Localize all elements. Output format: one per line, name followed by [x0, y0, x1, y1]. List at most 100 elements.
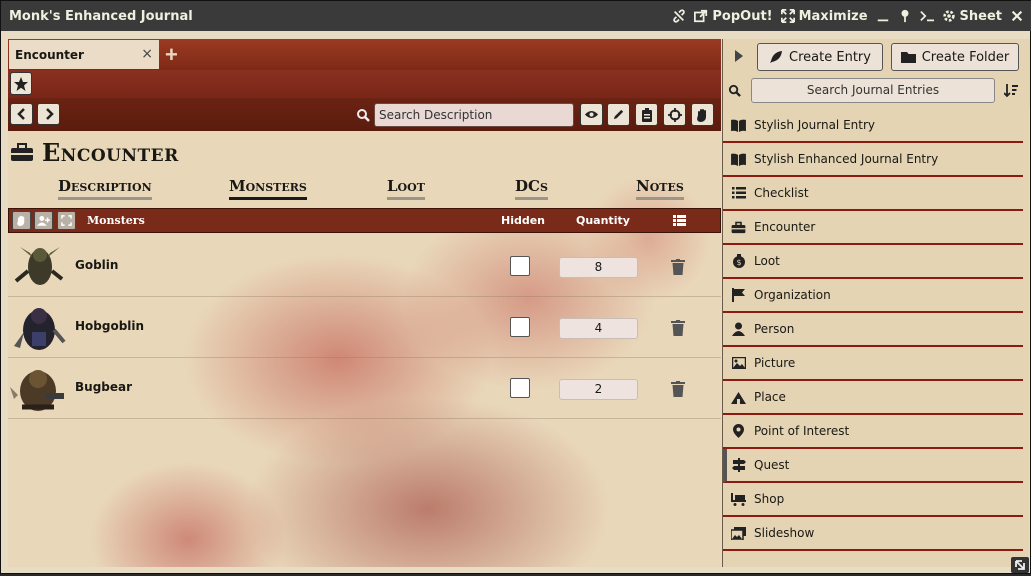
monster-row[interactable]: Goblin 8	[8, 236, 721, 297]
quantity-input[interactable]: 2	[559, 379, 638, 400]
resize-handle[interactable]	[1011, 557, 1029, 573]
edit-button[interactable]	[607, 103, 630, 126]
crosshairs-icon	[667, 107, 682, 122]
sidebar-item-stylish-enhanced-journal-entry[interactable]: Stylish Enhanced Journal Entry	[723, 143, 1023, 177]
sidebar-item-picture[interactable]: Picture	[723, 347, 1023, 381]
sidebar-item-slideshow[interactable]: Slideshow	[723, 517, 1023, 551]
eye-icon	[584, 110, 599, 119]
hidden-checkbox[interactable]	[510, 256, 530, 276]
monster-name[interactable]: Hobgoblin	[75, 319, 144, 333]
feather-icon	[770, 51, 783, 63]
popout-label: PopOut!	[712, 8, 773, 24]
hobgoblin-portrait-icon	[14, 308, 66, 350]
bookmark-button[interactable]	[10, 72, 32, 95]
monsters-table-header: Monsters Hidden Quantity	[8, 208, 721, 233]
monsters-column-header: Monsters	[87, 214, 145, 227]
tab-encounter[interactable]: Encounter ×	[9, 40, 159, 69]
expand-icon	[780, 9, 795, 23]
minimize-button[interactable]	[876, 9, 890, 23]
sidebar-item-place[interactable]: Place	[723, 381, 1023, 415]
terminal-button[interactable]	[919, 9, 934, 23]
search-journal-entries-input[interactable]: Search Journal Entries	[751, 78, 995, 103]
sidebar-item-point-of-interest[interactable]: Point of Interest	[723, 415, 1023, 449]
close-tab-icon[interactable]: ×	[141, 46, 153, 62]
image-icon	[731, 356, 746, 371]
locate-button[interactable]	[663, 103, 686, 126]
create-entry-button[interactable]: Create Entry	[757, 43, 883, 71]
forward-button[interactable]	[37, 103, 60, 125]
expand-all-button[interactable]	[57, 211, 76, 230]
permissions-button[interactable]	[691, 103, 714, 126]
clipboard-button[interactable]	[635, 103, 658, 126]
sidebar-item-loot[interactable]: $ Loot	[723, 245, 1023, 279]
sidebar-item-encounter[interactable]: Encounter	[723, 211, 1023, 245]
maximize-button[interactable]: Maximize	[780, 9, 868, 24]
list-icon[interactable]	[673, 215, 686, 226]
add-monster-button[interactable]	[34, 211, 53, 230]
trash-icon[interactable]	[671, 259, 685, 275]
sort-icon[interactable]	[1004, 83, 1018, 97]
tab-loot[interactable]: Loot	[387, 177, 425, 200]
navigation-bar: Search Description	[8, 98, 721, 131]
sidebar-item-quest[interactable]: Quest	[723, 449, 1023, 483]
tab-notes[interactable]: Notes	[636, 177, 684, 200]
sidebar-item-organization[interactable]: Organization	[723, 279, 1023, 313]
money-bag-icon: $	[731, 254, 746, 269]
sidebar-item-person[interactable]: Person	[723, 313, 1023, 347]
create-folder-button[interactable]: Create Folder	[891, 43, 1019, 71]
sidebar-item-stylish-journal-entry[interactable]: Stylish Journal Entry	[723, 109, 1023, 143]
tab-monsters[interactable]: Monsters	[229, 177, 307, 200]
tab-bar: Encounter × +	[8, 39, 721, 70]
permission-toggle-button[interactable]	[12, 211, 31, 230]
close-window-button[interactable]	[1010, 9, 1024, 23]
hand-icon	[697, 108, 706, 122]
unlink-icon[interactable]	[672, 9, 686, 23]
monster-row[interactable]: Hobgoblin 4	[8, 297, 721, 358]
sidebar-item-label: Person	[754, 322, 795, 336]
quantity-column-header: Quantity	[576, 214, 630, 227]
resize-icon	[1015, 560, 1025, 570]
window-titlebar[interactable]: Monk's Enhanced Journal PopOut! Maximize…	[1, 1, 1031, 31]
hidden-checkbox[interactable]	[510, 317, 530, 337]
page-title: Encounter	[42, 137, 179, 167]
folder-icon	[900, 52, 916, 63]
terminal-icon	[919, 11, 934, 22]
hidden-checkbox[interactable]	[510, 378, 530, 398]
clipboard-icon	[641, 107, 652, 122]
trash-icon[interactable]	[671, 320, 685, 336]
sidebar-item-checklist[interactable]: Checklist	[723, 177, 1023, 211]
user-icon	[731, 322, 746, 337]
quantity-input[interactable]: 4	[559, 318, 638, 339]
book-open-icon	[731, 152, 746, 167]
back-button[interactable]	[10, 103, 33, 125]
external-link-icon	[694, 9, 708, 23]
toolbox-icon	[11, 143, 33, 161]
sidebar-item-shop[interactable]: Shop	[723, 483, 1023, 517]
sidebar-header: Create Entry Create Folder Search Journa…	[723, 39, 1030, 109]
monster-name[interactable]: Goblin	[75, 258, 118, 272]
sidebar-item-label: Loot	[754, 254, 780, 268]
journal-content: Encounter × + Search Description Encount…	[8, 39, 721, 567]
tab-description[interactable]: Description	[58, 177, 152, 200]
add-tab-button[interactable]: +	[165, 42, 178, 68]
journal-window: Monk's Enhanced Journal PopOut! Maximize…	[0, 0, 1031, 574]
trash-icon[interactable]	[671, 381, 685, 397]
sheet-button[interactable]: Sheet	[942, 9, 1002, 24]
sidebar-item-label: Slideshow	[754, 526, 815, 540]
popout-button[interactable]: PopOut!	[694, 8, 773, 24]
sidebar-item-label: Quest	[754, 458, 790, 472]
sidebar-item-label: Point of Interest	[754, 424, 850, 438]
tab-dcs[interactable]: DCs	[515, 177, 548, 200]
collapse-arrow-icon[interactable]	[735, 50, 743, 62]
quantity-input[interactable]: 8	[559, 257, 638, 278]
create-folder-label: Create Folder	[921, 49, 1010, 65]
monster-name[interactable]: Bugbear	[75, 380, 132, 394]
show-to-players-button[interactable]	[580, 103, 603, 126]
search-description-input[interactable]: Search Description	[374, 103, 574, 127]
sidebar-item-label: Checklist	[754, 186, 809, 200]
content-tabs: Description Monsters Loot DCs Notes	[8, 173, 721, 205]
monster-row[interactable]: Bugbear 2	[8, 358, 721, 419]
sheet-label: Sheet	[959, 8, 1002, 24]
page-header: Encounter	[8, 131, 721, 173]
pin-button[interactable]	[898, 9, 912, 23]
